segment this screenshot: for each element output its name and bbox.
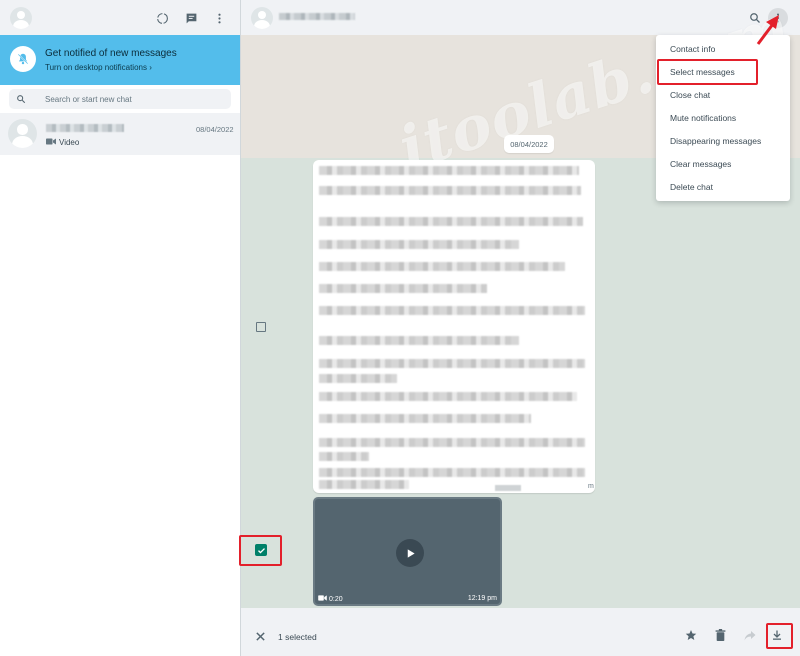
redacted-text-line [319,452,369,461]
menu-item-delete-chat[interactable]: Delete chat [656,176,790,198]
menu-item-contact-info[interactable]: Contact info [656,38,790,60]
redacted-text-line [319,480,409,489]
search-bar: Search or start new chat [0,85,240,113]
redacted-text-line [319,468,585,477]
chat-name-redacted [46,124,124,132]
redacted-text-line [319,306,585,315]
star-icon[interactable] [683,627,699,643]
menu-item-mute-notifications[interactable]: Mute notifications [656,107,790,129]
menu-item-clear-messages[interactable]: Clear messages [656,153,790,175]
date-chip: 08/04/2022 [504,135,554,153]
search-icon [16,94,26,106]
download-highlight-box [766,623,793,649]
search-icon[interactable] [747,10,763,26]
redacted-text-line [319,262,565,271]
contact-avatar [8,119,37,148]
forward-icon[interactable] [742,627,758,643]
redacted-text-line [319,336,519,345]
text-message-bubble[interactable] [313,160,595,493]
redacted-text-line [319,284,487,293]
sidebar: Get notified of new messages Turn on des… [0,0,241,656]
search-placeholder: Search or start new chat [45,95,132,104]
sidebar-header [0,0,240,35]
notification-banner[interactable]: Get notified of new messages Turn on des… [0,35,240,85]
menu-item-close-chat[interactable]: Close chat [656,84,790,106]
menu-icon[interactable] [211,10,227,26]
my-avatar[interactable] [10,7,32,29]
close-icon[interactable] [252,628,268,644]
redacted-text-line [319,186,581,195]
video-camera-icon [46,138,56,147]
message-select-checkbox[interactable] [256,322,266,332]
status-icon[interactable] [154,10,170,26]
message-time-suffix: m [588,483,594,490]
redacted-text-line [319,217,583,226]
chat-date: 08/04/2022 [196,125,234,134]
video-duration-text: 0:20 [329,595,343,603]
video-duration: 0:20 [318,595,343,603]
contact-header-avatar[interactable] [251,7,273,29]
selection-toolbar: 1 selected [241,608,800,656]
video-timestamp: 12:19 pm [467,595,497,602]
search-input[interactable]: Search or start new chat [9,89,231,109]
notification-bell-off-icon [10,46,36,72]
redacted-text-line [319,374,397,383]
notification-title: Get notified of new messages [45,48,177,59]
contact-name-redacted[interactable] [279,13,355,20]
new-chat-icon[interactable] [183,10,199,26]
chat-list-item[interactable]: 08/04/2022 Video [0,113,240,155]
chat-preview: Video [46,138,79,147]
selected-count: 1 selected [278,632,317,642]
redacted-text-line [319,166,579,175]
message-time-redacted [495,485,521,491]
checkbox-highlight-box [239,535,282,566]
delete-icon[interactable] [712,627,728,643]
redacted-text-line [319,392,577,401]
play-icon[interactable] [396,539,424,567]
redacted-text-line [319,240,519,249]
menu-icon[interactable] [768,8,788,28]
menu-item-disappearing-messages[interactable]: Disappearing messages [656,130,790,152]
redacted-text-line [319,438,585,447]
video-camera-icon [318,595,327,603]
video-message[interactable]: 0:20 12:19 pm [313,497,502,606]
chat-preview-text: Video [59,138,80,147]
redacted-text-line [319,414,531,423]
conversation-header [241,0,800,35]
notification-enable-link[interactable]: Turn on desktop notifications › [45,63,152,72]
redacted-text-line [319,359,585,368]
select-messages-highlight-box [657,59,758,85]
